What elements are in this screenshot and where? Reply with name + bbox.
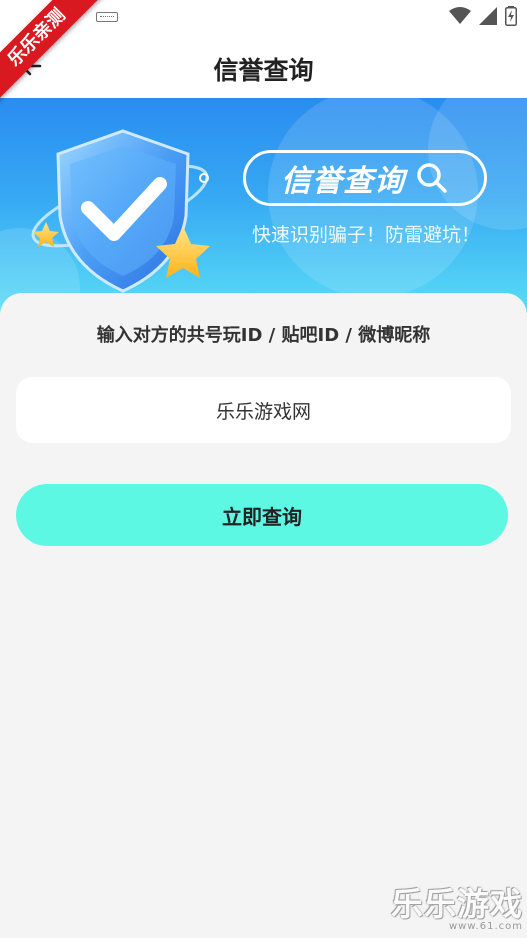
wifi-icon [449,7,471,24]
banner-slogan: 快速识别骗子！防雷避坑！ [252,224,481,246]
query-button[interactable]: 立即查询 [16,484,508,546]
banner-badge: 信誉查询 [243,150,487,206]
watermark-brand: 乐乐游戏 [390,885,523,923]
app-bar: 信誉查询 [0,34,527,98]
page-title: 信誉查询 [213,56,314,85]
watermark: 乐乐游戏 www.61.com [391,887,523,932]
search-icon [417,163,447,193]
search-field-container [16,377,511,443]
shield-check-icon [31,129,210,293]
banner-badge-text: 信誉查询 [281,164,405,199]
signal-icon [479,7,497,25]
keyboard-icon [96,12,118,22]
query-prompt: 输入对方的共号玩ID / 贴吧ID / 微博昵称 [96,325,431,346]
query-card: 输入对方的共号玩ID / 贴吧ID / 微博昵称 立即查询 乐乐游戏 www.6… [0,293,527,938]
battery-icon [505,6,517,26]
banner: 信誉查询 快速识别骗子！防雷避坑！ [0,98,527,313]
search-input[interactable] [16,399,511,421]
